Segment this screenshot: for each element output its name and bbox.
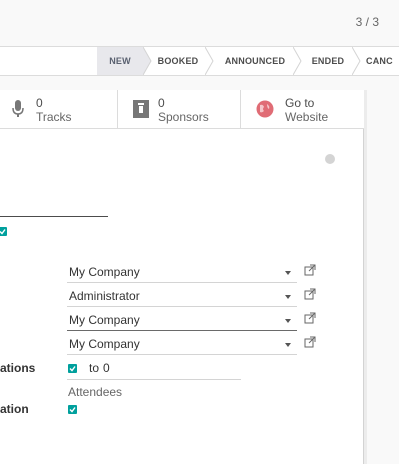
venue-field[interactable]: My Company [67,333,321,355]
stage-booked[interactable]: BOOKED [152,47,204,75]
chevron-divider-icon [205,47,214,75]
external-link-icon[interactable] [304,288,316,300]
check-icon [69,366,76,372]
external-link-icon[interactable] [304,336,316,348]
limit-registrations-group: to 0 [67,360,241,380]
chevron-down-icon[interactable] [285,271,291,275]
company-value: My Company [69,265,140,279]
field-underline [67,306,297,307]
stage-announced[interactable]: ANNOUNCED [217,47,293,75]
chevron-divider-icon [293,47,302,75]
chevron-down-icon[interactable] [285,343,291,347]
sponsors-label: Sponsors [158,110,209,124]
responsible-value: Administrator [69,289,140,303]
active-checkbox[interactable] [0,227,7,236]
microphone-icon [12,100,24,117]
stage-ended[interactable]: ENDED [305,47,351,75]
status-bar: NEW BOOKED ANNOUNCED ENDED CANC [0,46,399,76]
max-attendees-input[interactable]: 0 [103,361,110,375]
tracks-button[interactable]: 0 Tracks [0,90,117,128]
sheet-shadow [364,90,367,464]
tracks-count: 0 [36,96,43,110]
globe-icon [256,100,274,118]
field-underline [67,354,297,355]
chevron-down-icon[interactable] [285,319,291,323]
sponsors-button[interactable]: 0 Sponsors [117,90,241,128]
badge-icon [133,100,149,118]
kanban-state-dot[interactable] [325,154,335,164]
field-underline [67,330,297,331]
organizer-value: My Company [69,313,140,327]
sponsors-count: 0 [158,96,165,110]
smart-button-box: 0 Tracks 0 Sponsors Go to Website [0,90,364,129]
go-to-website-button[interactable]: Go to Website [240,90,364,128]
field-underline [67,282,297,283]
external-link-icon[interactable] [304,312,316,324]
chevron-divider-icon [352,47,361,75]
attendees-label: Attendees [68,385,123,399]
company-field[interactable]: My Company [67,261,321,283]
autoconfirm-label: ation [0,402,29,416]
pager: 3 / 3 [355,15,379,29]
chevron-down-icon[interactable] [285,295,291,299]
tracks-label: Tracks [36,110,72,124]
external-link-icon[interactable] [304,264,316,276]
event-name-underline [0,216,108,217]
check-icon [69,407,76,413]
to-label: to [89,361,100,375]
limit-registrations-label: ations [0,361,36,375]
venue-value: My Company [69,337,140,351]
stage-cancelled[interactable]: CANC [366,47,399,75]
organizer-field[interactable]: My Company [67,309,321,331]
responsible-field[interactable]: Administrator [67,285,321,307]
check-icon [0,229,6,235]
stage-new[interactable]: NEW [97,47,143,75]
autoconfirm-checkbox[interactable] [68,405,77,414]
website-line1: Go to [285,96,315,110]
limit-registrations-checkbox[interactable] [68,364,77,373]
website-line2: Website [285,110,329,124]
